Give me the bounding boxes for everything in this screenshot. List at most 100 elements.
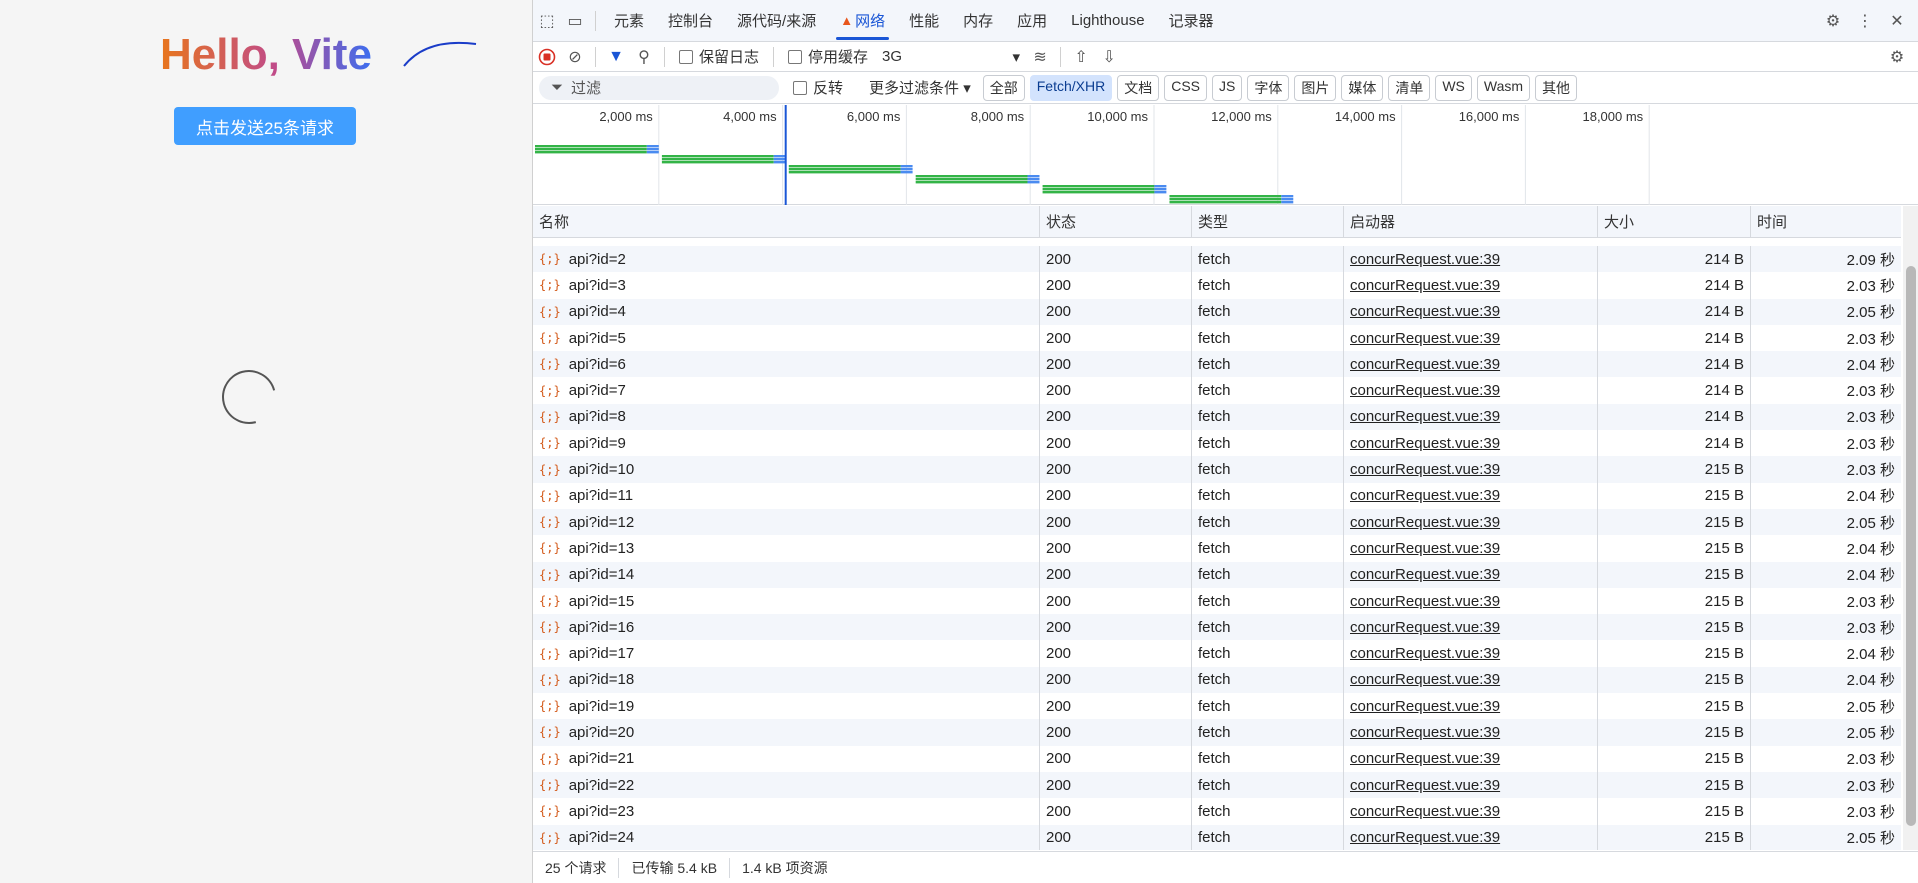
column-status[interactable]: 状态: [1040, 206, 1192, 237]
cell-initiator[interactable]: concurRequest.vue:39: [1344, 456, 1598, 483]
device-toolbar-icon[interactable]: ▭: [561, 8, 589, 34]
cell-initiator[interactable]: concurRequest.vue:39: [1344, 719, 1598, 746]
throttling-select[interactable]: 3G ▾: [876, 48, 1026, 66]
table-row[interactable]: {;} api?id=3 200 fetch concurRequest.vue:39 2…: [533, 272, 1901, 299]
initiator-link[interactable]: concurRequest.vue:39: [1350, 435, 1500, 452]
initiator-link[interactable]: concurRequest.vue:39: [1350, 487, 1500, 504]
table-row[interactable]: {;} api?id=16 200 fetch concurRequest.vue:39…: [533, 614, 1901, 641]
cell-initiator[interactable]: concurRequest.vue:39: [1344, 482, 1598, 509]
table-row[interactable]: {;} api?id=15 200 fetch concurRequest.vue:39…: [533, 587, 1901, 615]
table-row[interactable]: {;} api?id=19 200 fetch concurRequest.vue:39…: [533, 693, 1901, 720]
inspect-element-icon[interactable]: ⬚: [533, 8, 561, 34]
filter-icon[interactable]: ▼: [602, 44, 630, 70]
type-filter-button[interactable]: JS: [1212, 74, 1243, 101]
table-row[interactable]: {;} api?id=10 200 fetch concurRequest.vue:39…: [533, 456, 1901, 483]
column-initiator[interactable]: 启动器: [1344, 206, 1598, 237]
table-row[interactable]: {;} api?id=8 200 fetch concurRequest.vue:39 2…: [533, 403, 1901, 431]
type-filter-button[interactable]: CSS: [1164, 74, 1207, 101]
table-row[interactable]: {;} api?id=4 200 fetch concurRequest.vue:39 2…: [533, 298, 1901, 325]
cell-initiator[interactable]: concurRequest.vue:39: [1344, 771, 1598, 799]
table-row[interactable]: {;} api?id=17 200 fetch concurRequest.vue:39…: [533, 640, 1901, 667]
initiator-link[interactable]: concurRequest.vue:39: [1350, 540, 1500, 557]
search-icon[interactable]: ⚲: [630, 44, 658, 70]
type-filter-button[interactable]: 其他: [1535, 74, 1578, 101]
cell-initiator[interactable]: concurRequest.vue:39: [1344, 535, 1598, 562]
network-settings-gear-icon[interactable]: ⚙: [1883, 44, 1911, 70]
table-row[interactable]: {;} api?id=11 200 fetch concurRequest.vue:39…: [533, 482, 1901, 509]
tab-sources[interactable]: 源代码/来源: [725, 0, 828, 42]
clear-icon[interactable]: ⊘: [561, 44, 589, 70]
table-row[interactable]: {;} api?id=18 200 fetch concurRequest.vue:39…: [533, 666, 1901, 694]
settings-gear-icon[interactable]: ⚙: [1819, 8, 1847, 34]
initiator-link[interactable]: concurRequest.vue:39: [1350, 356, 1500, 373]
initiator-link[interactable]: concurRequest.vue:39: [1350, 277, 1500, 294]
preserve-log-checkbox[interactable]: 保留日志: [679, 46, 759, 67]
tab-performance[interactable]: 性能: [897, 0, 951, 42]
cell-initiator[interactable]: concurRequest.vue:39: [1344, 666, 1598, 694]
cell-initiator[interactable]: concurRequest.vue:39: [1344, 798, 1598, 825]
cell-initiator[interactable]: concurRequest.vue:39: [1344, 324, 1598, 352]
tab-elements[interactable]: 元素: [602, 0, 656, 42]
table-row[interactable]: {;} api?id=14 200 fetch concurRequest.vue:39…: [533, 561, 1901, 588]
cell-initiator[interactable]: concurRequest.vue:39: [1344, 430, 1598, 457]
filter-input[interactable]: ⏷ 过滤: [539, 75, 779, 100]
initiator-link[interactable]: concurRequest.vue:39: [1350, 645, 1500, 662]
type-filter-button[interactable]: 字体: [1247, 74, 1290, 101]
column-size[interactable]: 大小: [1598, 206, 1751, 237]
initiator-link[interactable]: concurRequest.vue:39: [1350, 330, 1500, 347]
cell-initiator[interactable]: concurRequest.vue:39: [1344, 745, 1598, 772]
cell-initiator[interactable]: concurRequest.vue:39: [1344, 351, 1598, 378]
table-row[interactable]: {;} api?id=23 200 fetch concurRequest.vue:39…: [533, 798, 1901, 825]
cell-initiator[interactable]: concurRequest.vue:39: [1344, 824, 1598, 850]
type-filter-button[interactable]: WS: [1435, 74, 1472, 101]
cell-initiator[interactable]: concurRequest.vue:39: [1344, 614, 1598, 641]
tab-console[interactable]: 控制台: [656, 0, 725, 42]
initiator-link[interactable]: concurRequest.vue:39: [1350, 750, 1500, 767]
export-har-icon[interactable]: ⇩: [1095, 44, 1123, 70]
table-row[interactable]: {;} api?id=20 200 fetch concurRequest.vue:39…: [533, 719, 1901, 746]
network-conditions-icon[interactable]: ≋: [1026, 44, 1054, 70]
table-row[interactable]: {;} api?id=24 200 fetch concurRequest.vue:39…: [533, 824, 1901, 850]
table-row[interactable]: {;} api?id=12 200 fetch concurRequest.vue:39…: [533, 508, 1901, 536]
close-icon[interactable]: ✕: [1883, 8, 1911, 34]
tab-memory[interactable]: 内存: [951, 0, 1005, 42]
table-row[interactable]: {;} api?id=21 200 fetch concurRequest.vue:39…: [533, 745, 1901, 772]
tab-lighthouse[interactable]: Lighthouse: [1059, 0, 1156, 42]
initiator-link[interactable]: concurRequest.vue:39: [1350, 803, 1500, 820]
initiator-link[interactable]: concurRequest.vue:39: [1350, 566, 1500, 583]
cell-initiator[interactable]: concurRequest.vue:39: [1344, 587, 1598, 615]
cell-initiator[interactable]: concurRequest.vue:39: [1344, 508, 1598, 536]
column-type[interactable]: 类型: [1192, 206, 1344, 237]
type-filter-button[interactable]: 媒体: [1341, 74, 1384, 101]
cell-initiator[interactable]: concurRequest.vue:39: [1344, 640, 1598, 667]
tab-network[interactable]: ▲ 网络: [828, 0, 897, 42]
import-har-icon[interactable]: ⇧: [1067, 44, 1095, 70]
invert-checkbox[interactable]: 反转: [793, 77, 843, 98]
more-options-icon[interactable]: ⋮: [1851, 8, 1879, 34]
initiator-link[interactable]: concurRequest.vue:39: [1350, 829, 1500, 846]
tab-application[interactable]: 应用: [1005, 0, 1059, 42]
initiator-link[interactable]: concurRequest.vue:39: [1350, 303, 1500, 320]
initiator-link[interactable]: concurRequest.vue:39: [1350, 382, 1500, 399]
type-filter-button[interactable]: Fetch/XHR: [1029, 74, 1113, 101]
table-row[interactable]: {;} api?id=6 200 fetch concurRequest.vue:39 2…: [533, 351, 1901, 378]
initiator-link[interactable]: concurRequest.vue:39: [1350, 251, 1500, 268]
table-row[interactable]: {;} api?id=13 200 fetch concurRequest.vue:39…: [533, 535, 1901, 562]
network-overview-timeline[interactable]: 2,000 ms 4,000 ms 6,000 ms 8,000 ms 10,000 m…: [533, 105, 1918, 205]
cell-initiator[interactable]: concurRequest.vue:39: [1344, 272, 1598, 299]
send-requests-button[interactable]: 点击发送25条请求: [174, 107, 356, 145]
initiator-link[interactable]: concurRequest.vue:39: [1350, 514, 1500, 531]
cell-initiator[interactable]: concurRequest.vue:39: [1344, 298, 1598, 325]
type-filter-button[interactable]: 文档: [1117, 74, 1160, 101]
table-row[interactable]: {;} api?id=7 200 fetch concurRequest.vue:39 2…: [533, 377, 1901, 404]
record-stop-icon[interactable]: [533, 44, 561, 70]
column-name[interactable]: 名称: [533, 206, 1040, 237]
table-row[interactable]: {;} api?id=22 200 fetch concurRequest.vue:39…: [533, 771, 1901, 799]
type-filter-button[interactable]: 图片: [1294, 74, 1337, 101]
initiator-link[interactable]: concurRequest.vue:39: [1350, 724, 1500, 741]
cell-initiator[interactable]: concurRequest.vue:39: [1344, 246, 1598, 273]
initiator-link[interactable]: concurRequest.vue:39: [1350, 593, 1500, 610]
table-row[interactable]: {;} api?id=5 200 fetch concurRequest.vue:39 2…: [533, 324, 1901, 352]
type-filter-button[interactable]: 清单: [1388, 74, 1431, 101]
initiator-link[interactable]: concurRequest.vue:39: [1350, 671, 1500, 688]
